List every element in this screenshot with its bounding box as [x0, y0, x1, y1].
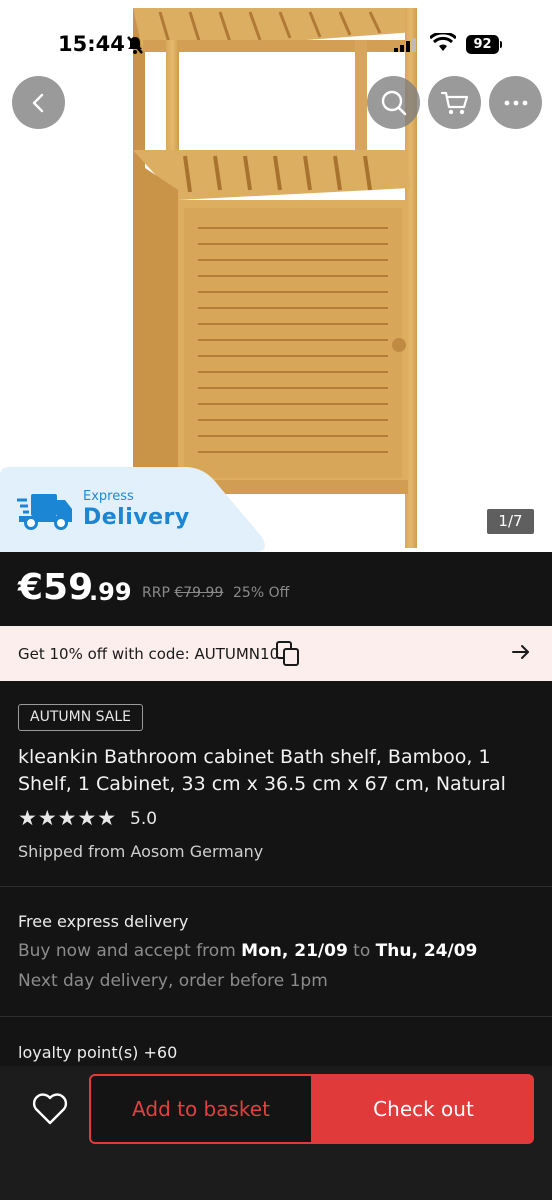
signal-icon [394, 38, 416, 52]
promo-text: Get 10% off with code: AUTUMN10 [18, 645, 280, 663]
delivery-to: to [347, 941, 376, 961]
rrp-value: €79.99 [174, 585, 224, 601]
clock: 15:44 [58, 32, 125, 56]
truck-icon [17, 494, 72, 530]
delivery-label: Delivery [83, 505, 190, 530]
product-title: kleankin Bathroom cabinet Bath shelf, Ba… [18, 746, 506, 795]
delivery-date-to: Thu, 24/09 [375, 941, 478, 961]
product-image-gallery[interactable]: 15:44 92 Express Delivery 1/7 [0, 0, 552, 552]
copy-icon[interactable] [275, 640, 301, 668]
divider [0, 886, 552, 887]
discount-label: 25% Off [233, 585, 290, 601]
rating-stars[interactable]: ★★★★★ [18, 806, 117, 830]
loyalty-points: loyalty point(s) +60 [18, 1043, 178, 1062]
delivery-title: Free express delivery [18, 912, 189, 931]
arrow-right-icon[interactable] [511, 642, 531, 662]
price-main: €59 [18, 567, 94, 608]
express-label: Express [83, 489, 134, 504]
more-options-button[interactable] [489, 76, 542, 129]
sale-tag: AUTUMN SALE [18, 704, 143, 731]
more-icon [504, 100, 527, 105]
search-button[interactable] [367, 76, 420, 129]
rrp-label: RRP [142, 585, 170, 601]
image-pager: 1/7 [487, 509, 534, 534]
heart-icon[interactable] [32, 1092, 68, 1126]
rrp: RRP €79.99 [142, 585, 223, 601]
shipped-from: Shipped from Aosom Germany [18, 842, 264, 861]
cart-icon [440, 91, 468, 114]
delivery-window: Buy now and accept from Mon, 21/09 to Th… [18, 941, 477, 961]
silent-bell-icon [127, 36, 143, 54]
status-bar: 15:44 92 [0, 28, 552, 62]
check-out-button[interactable]: Check out [313, 1074, 534, 1144]
wifi-icon [430, 33, 456, 51]
battery-indicator: 92 [466, 35, 499, 54]
delivery-date-from: Mon, 21/09 [241, 941, 348, 961]
next-day-delivery: Next day delivery, order before 1pm [18, 971, 328, 991]
back-button[interactable] [12, 76, 65, 129]
battery-tip [500, 41, 502, 48]
add-to-basket-button[interactable]: Add to basket [89, 1074, 313, 1144]
search-icon [381, 90, 406, 115]
rating-value: 5.0 [130, 809, 158, 829]
back-icon [32, 93, 43, 112]
divider [0, 1016, 552, 1017]
delivery-prefix: Buy now and accept from [18, 941, 242, 961]
cart-button[interactable] [428, 76, 481, 129]
price-cents: .99 [89, 578, 132, 606]
